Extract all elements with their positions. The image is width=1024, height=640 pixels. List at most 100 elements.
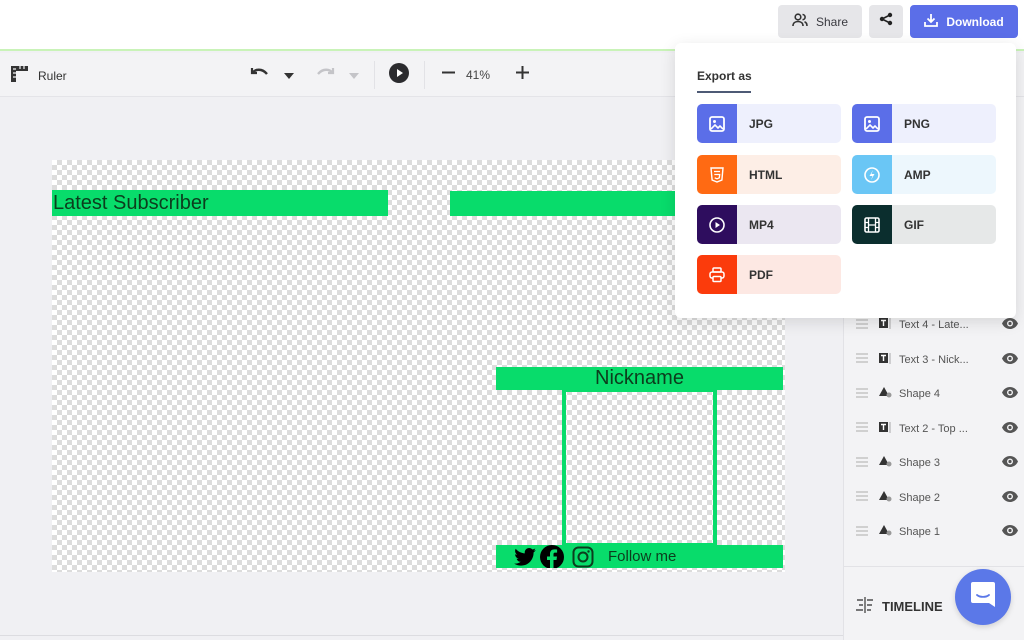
latest-subscriber-text[interactable]: Latest Subscriber [52, 190, 388, 216]
shape-layer-icon [879, 490, 892, 505]
facebook-icon [540, 545, 564, 568]
share-button[interactable]: Share [778, 5, 862, 38]
timeline-icon [856, 597, 874, 616]
film-icon [852, 205, 892, 244]
play-button[interactable] [387, 62, 411, 88]
instagram-icon [572, 546, 594, 568]
toolbar-divider [374, 61, 375, 89]
export-option-label: JPG [749, 116, 774, 131]
html5-icon [697, 155, 737, 194]
export-option-gif[interactable]: GIF [852, 205, 996, 244]
shape-layer-icon [879, 387, 892, 401]
follow-me-label: Follow me [608, 548, 677, 565]
play-circle-icon [389, 62, 409, 88]
download-button[interactable]: Download [910, 5, 1018, 38]
share-label: Share [815, 14, 849, 29]
zoom-level: 41% [466, 68, 491, 82]
export-option-label: PNG [904, 116, 931, 131]
export-option-label: GIF [904, 217, 924, 232]
drag-handle-icon[interactable] [856, 422, 868, 435]
drag-handle-icon[interactable] [856, 456, 868, 470]
eye-icon[interactable] [1002, 352, 1018, 367]
undo-icon [250, 66, 270, 85]
export-option-label: AMP [904, 167, 931, 182]
export-dropdown: Export as JPG PNG HTML AMP MP4 GIF PDF [675, 43, 1016, 318]
eye-icon[interactable] [1002, 456, 1018, 470]
layer-label: Text 2 - Top ... [899, 422, 968, 435]
redo-history-dropdown[interactable] [345, 63, 363, 87]
share-nodes-icon [879, 12, 893, 31]
drag-handle-icon[interactable] [856, 318, 868, 332]
export-option-label: HTML [749, 167, 783, 182]
chat-icon [970, 581, 996, 614]
drag-handle-icon[interactable] [856, 353, 868, 366]
eye-icon[interactable] [1002, 318, 1018, 332]
layer-item[interactable]: Shape 2 [844, 481, 1024, 515]
text-layer-icon [879, 421, 891, 436]
drag-handle-icon[interactable] [856, 525, 868, 539]
timeline-toggle[interactable]: TIMELINE [856, 597, 943, 616]
export-option-html[interactable]: HTML [697, 155, 841, 194]
layer-label: Shape 2 [899, 491, 940, 504]
export-title-underline [697, 91, 751, 93]
zoom-in-button[interactable] [512, 63, 532, 87]
export-option-mp4[interactable]: MP4 [697, 205, 841, 244]
zoom-out-button[interactable] [438, 63, 458, 87]
amp-icon [852, 155, 892, 194]
layer-label: Text 4 - Late... [899, 319, 969, 331]
eye-icon[interactable] [1002, 421, 1018, 436]
ruler-label: Ruler [38, 68, 67, 83]
timeline-label: TIMELINE [882, 599, 943, 614]
undo-history-dropdown[interactable] [280, 63, 298, 87]
image-icon [697, 104, 737, 143]
minus-icon [441, 66, 455, 84]
twitter-icon [514, 547, 536, 566]
drag-handle-icon[interactable] [856, 387, 868, 401]
eye-icon[interactable] [1002, 387, 1018, 401]
export-option-amp[interactable]: AMP [852, 155, 996, 194]
export-title: Export as [697, 69, 752, 83]
nickname-text[interactable]: Nickname [496, 367, 783, 390]
layer-label: Shape 1 [899, 526, 940, 538]
export-option-jpg[interactable]: JPG [697, 104, 841, 143]
undo-button[interactable] [248, 63, 272, 87]
follow-me-bar[interactable]: Follow me [496, 545, 783, 568]
eye-icon[interactable] [1002, 525, 1018, 539]
text-layer-icon [879, 352, 891, 367]
toolbar-divider [424, 61, 425, 89]
layer-item[interactable]: Shape 1 [844, 515, 1024, 549]
plus-icon [515, 66, 529, 84]
redo-icon [315, 66, 335, 85]
nickname-label: Nickname [595, 367, 684, 389]
layer-label: Text 3 - Nick... [899, 353, 969, 366]
layer-item[interactable]: Text 3 - Nick... [844, 343, 1024, 377]
layer-label: Shape 4 [899, 388, 940, 400]
webcam-frame-shape[interactable] [562, 388, 717, 547]
layer-item[interactable]: Shape 4 [844, 377, 1024, 411]
printer-icon [697, 255, 737, 294]
export-option-label: PDF [749, 267, 773, 282]
ruler-toggle[interactable]: Ruler [10, 65, 67, 86]
redo-button[interactable] [313, 63, 337, 87]
drag-handle-icon[interactable] [856, 491, 868, 504]
layer-label: Shape 3 [899, 457, 940, 469]
export-option-pdf[interactable]: PDF [697, 255, 841, 294]
editor-app: Share Download Ruler 41% Latest Subscrib… [0, 0, 1024, 640]
caret-down-icon [349, 66, 359, 84]
download-icon [924, 13, 939, 30]
shape-layer-icon [879, 456, 892, 470]
eye-icon[interactable] [1002, 490, 1018, 505]
play-circle-icon [697, 205, 737, 244]
layer-item[interactable]: Shape 3 [844, 446, 1024, 480]
chat-support-button[interactable] [955, 569, 1011, 625]
latest-subscriber-label: Latest Subscriber [53, 191, 209, 214]
text-layer-icon [879, 318, 891, 332]
share-link-button[interactable] [869, 5, 903, 38]
export-option-png[interactable]: PNG [852, 104, 996, 143]
panel-divider [0, 635, 843, 636]
shape-layer-icon [879, 525, 892, 539]
users-icon [792, 13, 808, 30]
caret-down-icon [284, 66, 294, 84]
layer-item[interactable]: Text 2 - Top ... [844, 412, 1024, 446]
ruler-icon [10, 65, 30, 86]
